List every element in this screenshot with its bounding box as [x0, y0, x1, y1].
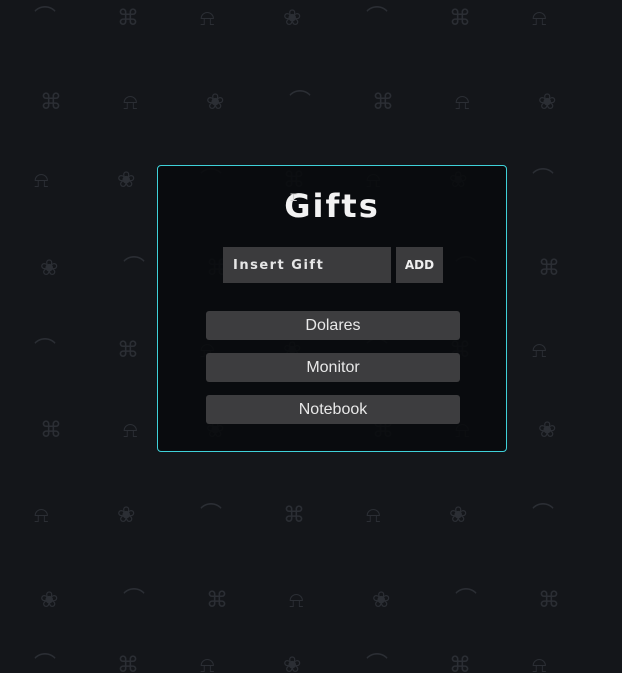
gift-list: Dolares Monitor Notebook [206, 311, 460, 437]
i-beam-cursor-icon: ⌶ [290, 190, 298, 204]
gift-item-notebook[interactable]: Notebook [206, 395, 460, 424]
gift-box-icon: ⌘ [283, 503, 305, 528]
gift-item-dolares[interactable]: Dolares [206, 311, 460, 340]
gift-box-icon: ⌘ [538, 256, 560, 281]
bow-icon: ❀ [283, 6, 302, 31]
bell-icon: ⍾ [34, 168, 49, 193]
candy-cane-icon: ⌒ [532, 168, 555, 193]
bell-icon: ⍾ [200, 6, 215, 31]
bell-icon: ⍾ [366, 503, 381, 528]
candy-cane-icon: ⌒ [123, 256, 146, 281]
candy-cane-icon: ⌒ [366, 653, 389, 673]
gift-input[interactable] [223, 247, 391, 283]
gift-box-icon: ⌘ [40, 418, 62, 443]
bow-icon: ❀ [117, 503, 136, 528]
gift-box-icon: ⌘ [40, 90, 62, 115]
bow-icon: ❀ [40, 256, 59, 281]
bow-icon: ❀ [538, 90, 557, 115]
bell-icon: ⍾ [289, 588, 304, 613]
gift-box-icon: ⌘ [117, 653, 139, 673]
gift-box-icon: ⌘ [206, 588, 228, 613]
gifts-card: Gifts ⌶ ADD Dolares Monitor Notebook [157, 165, 507, 452]
bow-icon: ❀ [283, 653, 302, 673]
candy-cane-icon: ⌒ [34, 6, 57, 31]
gift-box-icon: ⌘ [449, 6, 471, 31]
bell-icon: ⍾ [532, 6, 547, 31]
candy-cane-icon: ⌒ [123, 588, 146, 613]
gift-box-icon: ⌘ [538, 588, 560, 613]
candy-cane-icon: ⌒ [455, 588, 478, 613]
bell-icon: ⍾ [532, 338, 547, 363]
candy-cane-icon: ⌒ [366, 6, 389, 31]
gift-box-icon: ⌘ [117, 6, 139, 31]
candy-cane-icon: ⌒ [34, 338, 57, 363]
bell-icon: ⍾ [455, 90, 470, 115]
candy-cane-icon: ⌒ [34, 653, 57, 673]
bell-icon: ⍾ [532, 653, 547, 673]
gift-box-icon: ⌘ [449, 653, 471, 673]
bow-icon: ❀ [117, 168, 136, 193]
bow-icon: ❀ [538, 418, 557, 443]
bell-icon: ⍾ [123, 418, 138, 443]
gift-box-icon: ⌘ [372, 90, 394, 115]
candy-cane-icon: ⌒ [200, 503, 223, 528]
add-gift-form: ADD [223, 247, 443, 283]
bow-icon: ❀ [449, 503, 468, 528]
bell-icon: ⍾ [34, 503, 49, 528]
candy-cane-icon: ⌒ [532, 503, 555, 528]
bow-icon: ❀ [372, 588, 391, 613]
gift-item-monitor[interactable]: Monitor [206, 353, 460, 382]
bow-icon: ❀ [40, 588, 59, 613]
gift-box-icon: ⌘ [117, 338, 139, 363]
bell-icon: ⍾ [200, 653, 215, 673]
add-button[interactable]: ADD [396, 247, 443, 283]
candy-cane-icon: ⌒ [289, 90, 312, 115]
page-title: Gifts [284, 187, 380, 225]
bell-icon: ⍾ [123, 90, 138, 115]
bow-icon: ❀ [206, 90, 225, 115]
